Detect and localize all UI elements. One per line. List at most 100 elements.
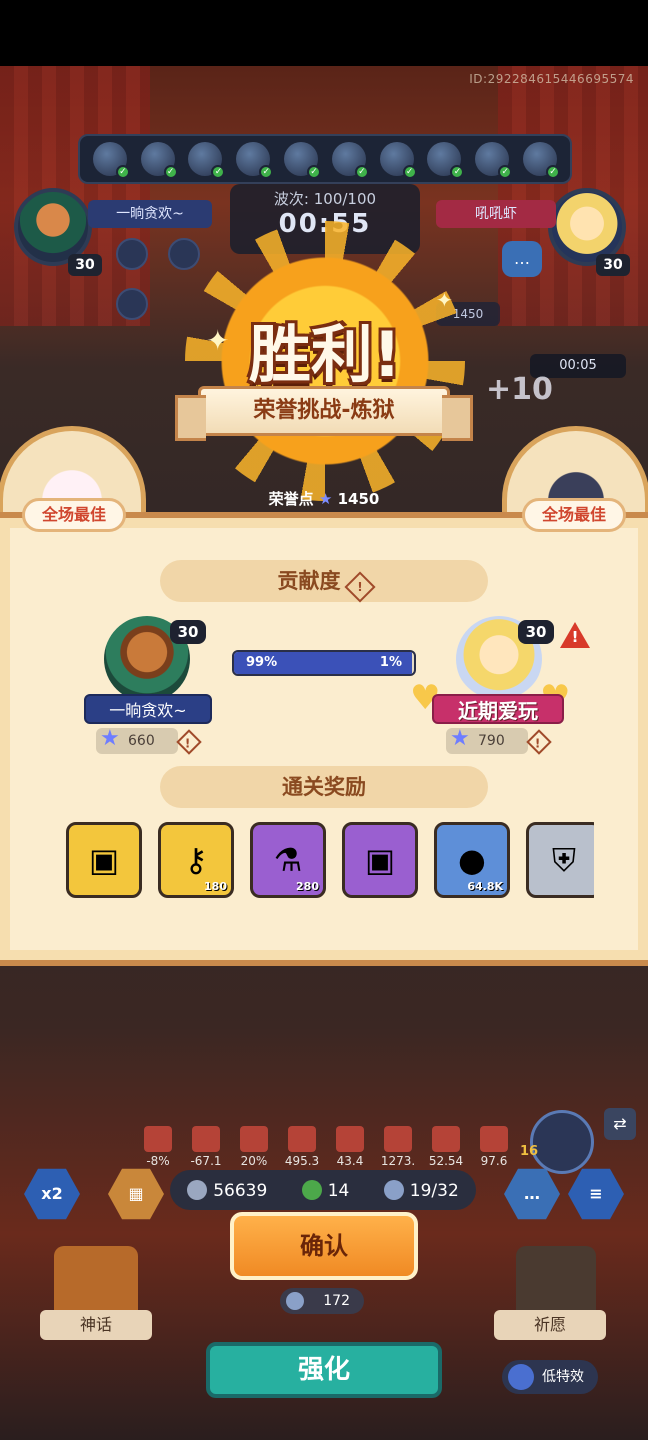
stat-icon <box>336 1126 364 1152</box>
ratio-left-label: 99% <box>246 655 278 670</box>
right-player-name-tab: 吼吼虾 <box>436 200 556 228</box>
rewards-title: 通关奖励 <box>160 766 488 808</box>
swap-icon[interactable]: ⇄ <box>604 1108 636 1140</box>
contribution-title: 贡献度! <box>160 560 488 603</box>
check-icon: ✓ <box>211 165 226 179</box>
team-slot: ✓ <box>427 142 465 179</box>
team-slot: ✓ <box>331 142 369 179</box>
stat-item: -8% <box>136 1126 180 1168</box>
honor-star-icon: ★ <box>318 490 333 508</box>
wish-button[interactable]: 祈愿 <box>494 1310 606 1340</box>
clover-resource: 14 <box>301 1179 349 1201</box>
speed-button[interactable]: x2 <box>24 1168 80 1220</box>
check-icon: ✓ <box>115 165 130 179</box>
team-slot: ✓ <box>92 142 130 179</box>
resource-bar: 56639 14 19/32 <box>170 1170 476 1210</box>
mode-banner: 荣誉挑战-炼狱 <box>175 386 473 441</box>
stat-item: 495.3 <box>280 1126 324 1168</box>
team-slot: ✓ <box>236 142 274 179</box>
team-slot: ✓ <box>379 142 417 179</box>
reward-purple-chest[interactable]: ▣ <box>342 822 418 898</box>
contribution-ratio-bar: 99% 1% <box>232 650 416 676</box>
low-effects-toggle[interactable]: 低特效 <box>502 1360 598 1394</box>
menu-button[interactable]: ≡ <box>568 1168 624 1220</box>
chat-button[interactable]: … <box>504 1168 560 1220</box>
reward-potion[interactable]: ⚗ 280 <box>250 822 326 898</box>
team-slot: ✓ <box>475 142 513 179</box>
contribution-title-text: 贡献度 <box>277 569 341 593</box>
stat-icon <box>192 1126 220 1152</box>
check-icon: ✓ <box>498 165 513 179</box>
honor-value: 1450 <box>337 490 380 508</box>
left-player-level: 30 <box>68 254 102 276</box>
effects-icon <box>508 1364 534 1390</box>
shield-icon: ⛨ <box>551 841 576 879</box>
enhance-button[interactable]: 强化 <box>206 1342 442 1398</box>
reward-gold-coin[interactable]: ● 64.8K <box>434 822 510 898</box>
hero-level: 16 <box>520 1144 539 1159</box>
check-icon: ✓ <box>402 165 417 179</box>
victory-title: 胜利! <box>248 318 402 391</box>
note-icon[interactable] <box>116 288 148 320</box>
status-bar <box>0 0 648 66</box>
grid-button[interactable]: ▦ <box>108 1168 164 1220</box>
contrib-left-name: 一晌贪欢~ <box>84 694 212 724</box>
contrib-left-level: 30 <box>170 620 206 644</box>
contrib-right-level: 30 <box>518 620 554 644</box>
stat-item: -67.1 <box>184 1126 228 1168</box>
unit-icon <box>383 1179 404 1200</box>
check-icon: ✓ <box>450 165 465 179</box>
stats-row: -8% -67.1 20% 495.3 43.4 1273. 52.54 97.… <box>136 1126 516 1168</box>
ratio-right-label: 1% <box>379 655 402 670</box>
check-icon: ✓ <box>354 165 369 179</box>
team-bar: ✓ ✓ ✓ ✓ ✓ ✓ ✓ ✓ ✓ ✓ <box>78 134 572 184</box>
hero-skill-icon[interactable] <box>530 1110 594 1174</box>
stat-icon <box>288 1126 316 1152</box>
contrib-right-score-value: 790 <box>478 733 505 749</box>
reward-gold-chest[interactable]: ▣ <box>66 822 142 898</box>
team-slot: ✓ <box>140 142 178 179</box>
mic-off-icon[interactable] <box>116 238 148 270</box>
stat-item: 20% <box>232 1126 276 1168</box>
stat-item: 52.54 <box>424 1126 468 1168</box>
right-player-level: 30 <box>596 254 630 276</box>
star-icon: ★ <box>100 726 120 751</box>
check-icon: ✓ <box>307 165 322 179</box>
check-icon: ✓ <box>163 165 178 179</box>
check-icon: ✓ <box>259 165 274 179</box>
info-icon[interactable]: ! <box>176 729 206 755</box>
mvp-tag-left: 全场最佳 <box>22 498 126 532</box>
reward-list[interactable]: ▣ ⚷ 180 ⚗ 280 ▣ ● 64.8K ⛨ <box>66 822 594 900</box>
silver-resource: 56639 <box>187 1179 267 1201</box>
unit-count: 19/32 <box>383 1179 459 1201</box>
stat-item: 97.6 <box>472 1126 516 1168</box>
contrib-right-score: ★ 790 <box>446 726 528 754</box>
stat-icon <box>432 1126 460 1152</box>
game-scene: ID:292284615446695574 ✓ ✓ ✓ ✓ ✓ ✓ ✓ ✓ ✓ … <box>0 66 648 1440</box>
stat-item: 43.4 <box>328 1126 372 1168</box>
player-id: ID:292284615446695574 <box>469 72 634 86</box>
info-icon[interactable]: ! <box>343 571 376 603</box>
stat-icon <box>240 1126 268 1152</box>
honor-label: 荣誉点 <box>268 490 314 508</box>
stat-icon <box>144 1126 172 1152</box>
cost-chip: 172 <box>280 1288 364 1314</box>
speaker-off-icon[interactable] <box>168 238 200 270</box>
contrib-left-score: ★ 660 <box>96 726 178 754</box>
mvp-tag-right: 全场最佳 <box>522 498 626 532</box>
star-icon: ★ <box>450 726 470 751</box>
contrib-right-name: 近期爱玩 <box>432 694 564 724</box>
wave-counter: 波次: 100/100 <box>273 190 377 208</box>
confirm-button[interactable]: 确认 <box>230 1212 418 1280</box>
info-icon[interactable]: ! <box>526 729 556 755</box>
left-player-name-tab: 一晌贪欢~ <box>88 200 212 228</box>
chest-icon: ▣ <box>364 841 396 879</box>
team-slot: ✓ <box>284 142 322 179</box>
reward-gold-key[interactable]: ⚷ 180 <box>158 822 234 898</box>
silver-coin-icon <box>187 1179 208 1200</box>
reward-shield-badge[interactable]: ⛨ <box>526 822 594 898</box>
chat-bubble-icon[interactable]: … <box>502 241 542 277</box>
chest-icon: ▣ <box>88 841 120 879</box>
myth-button[interactable]: 神话 <box>40 1310 152 1340</box>
stat-item: 1273. <box>376 1126 420 1168</box>
